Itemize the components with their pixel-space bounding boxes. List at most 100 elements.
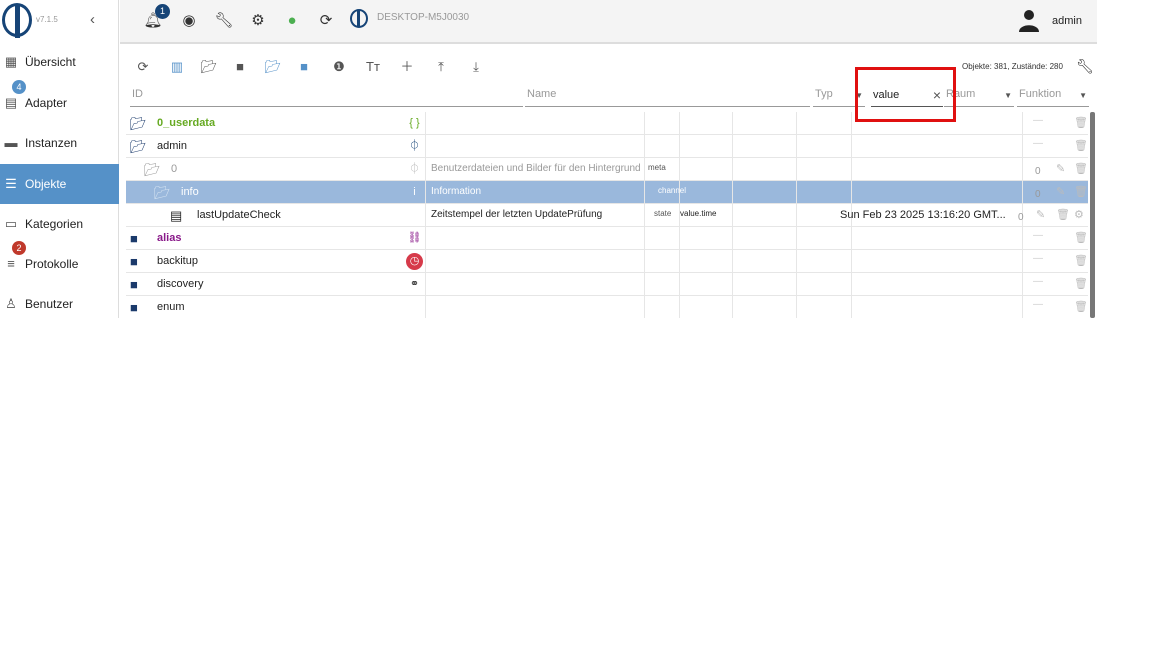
cell-divider	[644, 158, 645, 181]
id-filter[interactable]: ID	[130, 86, 523, 107]
tree-row[interactable]: 📂︎ 0_userdata { } — 🗑︎	[126, 112, 1088, 135]
host-name[interactable]: DESKTOP-M5J0030	[377, 12, 469, 23]
folder-open-icon[interactable]: 📂︎	[200, 58, 218, 76]
cell-divider	[1022, 227, 1023, 250]
tree-row-label: info	[181, 186, 199, 198]
grid-icon: ▦	[4, 54, 18, 69]
cell-divider	[796, 296, 797, 318]
settings-wrench-icon[interactable]: 🔧︎	[1076, 58, 1094, 75]
sidebar-item-benutzer[interactable]: ♙ Benutzer	[0, 284, 119, 318]
tree-row-label: alias	[157, 232, 182, 244]
account-icon[interactable]	[1017, 8, 1041, 32]
sidebar-item-objekte[interactable]: ☰ Objekte	[0, 164, 119, 204]
notification-badge: 1	[155, 4, 170, 19]
delete-icon[interactable]: 🗑︎	[1074, 231, 1088, 244]
sidebar-item-uebersicht[interactable]: ▦ Übersicht	[0, 42, 119, 82]
add-icon[interactable]: ＋	[398, 58, 416, 76]
cell-divider	[796, 204, 797, 227]
tree-row[interactable]: ▤ lastUpdateCheck Zeitstempel der letzten …	[126, 204, 1088, 227]
file-icon[interactable]: ▤	[170, 208, 182, 224]
cell-divider	[425, 250, 426, 273]
collapse-sidebar-icon[interactable]: ‹	[90, 11, 95, 28]
cell-divider	[425, 135, 426, 158]
sidebar-item-adapter[interactable]: ▤ 4 Adapter	[0, 80, 119, 123]
folder-icon[interactable]: ■	[130, 254, 138, 269]
cell-divider	[644, 112, 645, 135]
edit-icon[interactable]: ✎	[1036, 208, 1045, 221]
wrench-icon[interactable]: 🔧︎	[214, 11, 234, 31]
user-name[interactable]: admin	[1052, 15, 1082, 27]
tree-row-label: backitup	[157, 255, 198, 267]
gear-icon[interactable]: ⚙	[1074, 208, 1084, 221]
tree-row[interactable]: ■ backitup ◷ — 🗑︎	[126, 250, 1088, 273]
folder-icon[interactable]: 📂︎	[130, 116, 147, 132]
number-icon[interactable]: ❶	[330, 58, 348, 76]
folder-icon[interactable]: ■	[130, 231, 138, 246]
tree-row-label: admin	[157, 140, 187, 152]
sidebar-item-instanzen[interactable]: ▬ Instanzen	[0, 123, 119, 163]
tree-row-label: enum	[157, 301, 185, 313]
delete-icon[interactable]: 🗑︎	[1074, 300, 1088, 313]
store-icon: ▤	[4, 95, 18, 110]
eye-icon[interactable]: ◉	[179, 11, 199, 31]
function-filter[interactable]: Funktion ▼	[1017, 86, 1089, 107]
scrollbar[interactable]	[1090, 112, 1095, 318]
delete-icon[interactable]: 🗑︎	[1074, 185, 1088, 198]
tree-row[interactable]: 📂︎ 0 ⏀ Benutzerdateien und Bilder für den H…	[126, 158, 1088, 181]
cell-divider	[679, 296, 680, 318]
sidebar-item-kategorien[interactable]: ▭ Kategorien	[0, 204, 119, 244]
head-icon[interactable]: ●	[282, 11, 302, 31]
folder-icon[interactable]: 📂︎	[154, 185, 171, 201]
object-icon: ⚭	[409, 278, 420, 290]
objects-stats: Objekte: 381, Zustände: 280	[962, 62, 1063, 71]
folder-icon[interactable]: ■	[130, 277, 138, 292]
name-filter[interactable]: Name	[525, 86, 810, 107]
folder-blue-icon[interactable]: ■	[295, 58, 313, 76]
delete-icon[interactable]: 🗑︎	[1074, 116, 1088, 129]
refresh-icon[interactable]: ⟳	[134, 58, 152, 76]
delete-icon[interactable]: 🗑︎	[1074, 277, 1088, 290]
delete-icon[interactable]: 🗑︎	[1056, 208, 1070, 221]
id-filter-placeholder: ID	[132, 88, 143, 100]
object-icon: { }	[409, 117, 420, 129]
top-bar: 🔔︎ ◉ 🔧︎ ⚙ ● ⟳	[120, 0, 1097, 44]
sync-off-icon[interactable]: ⟳	[316, 11, 336, 31]
sidebar: v7.1.5 ‹ ▦ Übersicht ▤ 4 Adapter ▬ Insta…	[0, 0, 119, 318]
acl-value: 0	[1018, 212, 1024, 223]
cell-divider	[796, 250, 797, 273]
folder-open-blue-icon[interactable]: 📂︎	[264, 58, 282, 76]
tree-row[interactable]: ■ enum — 🗑︎	[126, 296, 1088, 318]
cell-divider	[796, 273, 797, 296]
sidebar-item-protokolle[interactable]: ≡ 2 Protokolle	[0, 241, 119, 284]
cell-divider	[425, 112, 426, 135]
folder-icon[interactable]: 📂︎	[144, 162, 161, 178]
list-icon: ☰	[5, 176, 17, 191]
delete-icon[interactable]: 🗑︎	[1074, 139, 1088, 152]
cell-divider	[644, 135, 645, 158]
folder-icon[interactable]: ■	[130, 300, 138, 315]
text-size-icon[interactable]: Tт	[364, 58, 382, 76]
download-icon[interactable]: ⤓	[467, 58, 485, 76]
tree-row[interactable]: 📂︎ info i Information channel 0 ✎ 🗑︎	[126, 181, 1088, 204]
delete-icon[interactable]: 🗑︎	[1074, 162, 1088, 175]
folder-icon[interactable]: ■	[231, 58, 249, 76]
edit-icon[interactable]: ✎	[1056, 162, 1065, 175]
cell-divider	[425, 181, 426, 204]
folder-icon[interactable]: 📂︎	[130, 139, 147, 155]
sidebar-item-label: Benutzer	[25, 297, 74, 311]
cell-divider	[851, 181, 852, 204]
sidebar-item-label: Protokolle	[25, 257, 79, 271]
delete-icon[interactable]: 🗑︎	[1074, 254, 1088, 267]
tree-row[interactable]: ■ alias ⛓ — 🗑︎	[126, 227, 1088, 250]
cell-divider	[1022, 273, 1023, 296]
acl-value: —	[1033, 138, 1043, 149]
upload-icon[interactable]: ⤒	[432, 58, 450, 76]
cell-divider	[851, 227, 852, 250]
gear-icon[interactable]: ⚙	[248, 11, 268, 31]
edit-icon[interactable]: ✎	[1056, 185, 1065, 198]
tree-row[interactable]: ■ discovery ⚭ — 🗑︎	[126, 273, 1088, 296]
columns-icon[interactable]: ▥	[168, 58, 186, 76]
cell-divider	[732, 273, 733, 296]
tree-row-label: 0_userdata	[157, 117, 216, 129]
tree-row[interactable]: 📂︎ admin ⏀ — 🗑︎	[126, 135, 1088, 158]
